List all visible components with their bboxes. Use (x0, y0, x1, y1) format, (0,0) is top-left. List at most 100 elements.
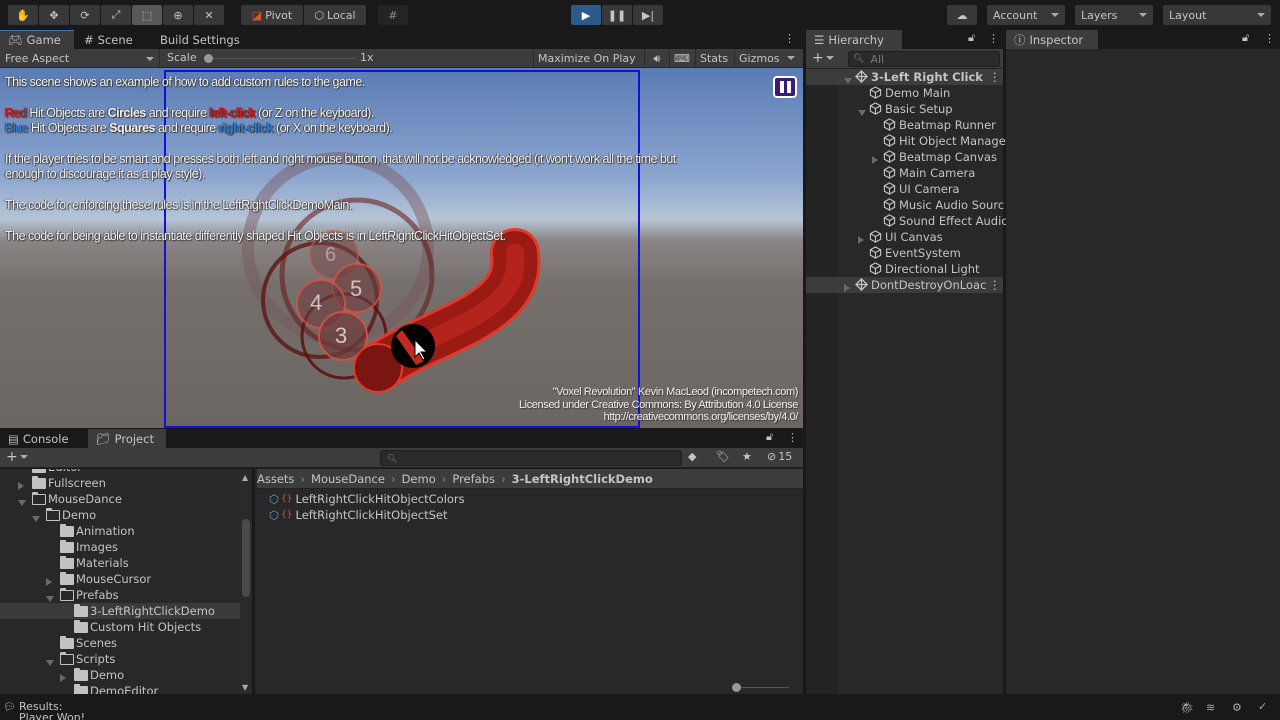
folder-tree-item[interactable]: Fullscreen (0, 475, 240, 491)
hierarchy-item[interactable]: Beatmap Runner (806, 117, 1003, 133)
layers-dropdown[interactable]: Layers (1075, 5, 1153, 25)
folder-tree-item[interactable]: Prefabs (0, 587, 240, 603)
hierarchy-item-label: Main Camera (899, 166, 976, 180)
scene-menu-icon[interactable]: ⋮ (989, 70, 1001, 84)
breadcrumb-item[interactable]: Prefabs (452, 472, 495, 486)
folder-tree-item[interactable]: Animation (0, 523, 240, 539)
panel-menu-icon[interactable]: ⋮ (787, 431, 798, 444)
breadcrumb-item[interactable]: 3-LeftRightClickDemo (512, 472, 653, 486)
hierarchy-item[interactable]: Main Camera (806, 165, 1003, 181)
scrollbar-thumb[interactable] (242, 519, 250, 597)
folder-tree-item[interactable]: Demo (0, 507, 240, 523)
hierarchy-item[interactable]: Beatmap Canvas (806, 149, 1003, 165)
asset-item[interactable]: ⬡{} LeftRightClickHitObjectSet (269, 507, 465, 523)
stats-toggle[interactable]: Stats (695, 49, 732, 68)
folder-tree-item[interactable]: MouseDance (0, 491, 240, 507)
folder-tree-item[interactable]: 3-LeftRightClickDemo (0, 603, 240, 619)
rect-tool-button[interactable]: ⬚ (132, 5, 162, 25)
panel-menu-icon[interactable]: ⋮ (784, 32, 795, 45)
tab-hierarchy[interactable]: ☰ Hierarchy (806, 30, 902, 49)
cache-server-icon[interactable]: ≋ (1206, 701, 1215, 714)
icon-size-slider[interactable] (735, 687, 789, 688)
local-button[interactable]: ⬡ Local (304, 5, 366, 25)
breadcrumb-item[interactable]: MouseDance (311, 472, 385, 486)
gizmos-dropdown[interactable] (787, 56, 795, 60)
step-button[interactable]: ▶| (633, 5, 663, 25)
play-button[interactable]: ▶ (571, 5, 601, 25)
hierarchy-scene-row[interactable]: DontDestroyOnLoac ⋮ (806, 277, 1003, 293)
icon-size-slider-handle[interactable] (732, 683, 741, 692)
tab-console[interactable]: ▤ Console (0, 429, 77, 448)
breadcrumb-item[interactable]: Demo (402, 472, 436, 486)
folder-tree-item[interactable]: DemoEditor (0, 683, 240, 694)
folder-tree-item[interactable]: Images (0, 539, 240, 555)
tab-scene[interactable]: # Scene (76, 30, 141, 49)
layout-dropdown[interactable]: Layout (1163, 5, 1271, 25)
asset-item[interactable]: ⬡{} LeftRightClickHitObjectColors (269, 491, 465, 507)
hierarchy-search-input[interactable]: 🔍︎ All (848, 51, 1000, 67)
hierarchy-item[interactable]: Directional Light (806, 261, 1003, 277)
tree-scrollbar[interactable]: ▲ ▼ (240, 469, 252, 694)
hierarchy-item[interactable]: UI Camera (806, 181, 1003, 197)
folder-tree-item[interactable]: Scripts (0, 651, 240, 667)
hierarchy-item[interactable]: EventSystem (806, 245, 1003, 261)
filter-by-type-button[interactable]: ◆ (688, 450, 696, 463)
favorites-button[interactable]: ★ (742, 450, 752, 463)
aspect-dropdown[interactable]: Free Aspect (0, 49, 160, 68)
panel-menu-icon[interactable]: ⋮ (988, 32, 999, 45)
pause-button[interactable]: ❚❚ (602, 5, 632, 25)
move-tool-button[interactable]: ✥ (39, 5, 69, 25)
hand-tool-button[interactable]: ✋ (8, 5, 38, 25)
project-search-input[interactable]: 🔍︎ (380, 450, 682, 466)
hierarchy-scene-row[interactable]: 3-Left Right Click ⋮ (806, 69, 1003, 85)
scroll-down-icon[interactable]: ▼ (242, 683, 248, 692)
tab-project[interactable]: 📁︎ Project (88, 429, 166, 448)
shortcuts-toggle[interactable]: ⌨ (669, 49, 694, 68)
hierarchy-item[interactable]: Sound Effect Audic (806, 213, 1008, 230)
hierarchy-item[interactable]: Demo Main (806, 85, 1003, 101)
lock-icon[interactable]: 🔓︎ (1242, 31, 1249, 45)
rotate-tool-button[interactable]: ⟳ (70, 5, 100, 25)
mute-audio-toggle[interactable]: 🔊︎ (644, 49, 669, 68)
folder-tree-item[interactable]: MouseCursor (0, 571, 240, 587)
lock-icon[interactable]: 🔓︎ (766, 430, 773, 444)
folder-tree-item[interactable]: Scenes (0, 635, 240, 651)
auto-generate-lighting-icon[interactable]: ⚙ (1232, 701, 1242, 714)
game-viewport[interactable]: 6 5 4 3 This scene shows an example of h… (0, 68, 803, 428)
tab-game[interactable]: 🎮︎ Game (0, 30, 74, 49)
custom-tool-button[interactable]: ✕ (194, 5, 224, 25)
hidden-packages-button[interactable]: ⊘ 15 (767, 450, 792, 463)
hierarchy-item[interactable]: UI Canvas (806, 229, 1003, 245)
create-asset-button[interactable]: + (6, 449, 28, 465)
snap-button[interactable]: # (378, 5, 408, 25)
filter-by-label-button[interactable]: 🏷︎ (716, 450, 730, 463)
gizmos-toggle[interactable]: Gizmos (734, 49, 784, 68)
pivot-button[interactable]: ◪ Pivot (241, 5, 303, 25)
expand-arrow-right-icon[interactable] (844, 281, 850, 295)
hierarchy-item[interactable]: Basic Setup (806, 101, 1003, 117)
transform-tool-button[interactable]: ⊕ (163, 5, 193, 25)
scale-tool-button[interactable]: ⤢ (101, 5, 131, 25)
game-pause-button[interactable] (773, 76, 797, 98)
lock-icon[interactable]: 🔓︎ (968, 31, 975, 45)
scale-slider-handle[interactable] (204, 54, 213, 63)
scroll-up-icon[interactable]: ▲ (242, 473, 248, 482)
hierarchy-item[interactable]: Hit Object Manage (806, 133, 1006, 149)
breadcrumb-item[interactable]: Assets (257, 472, 294, 486)
folder-tree-item[interactable]: Materials (0, 555, 240, 571)
tab-inspector[interactable]: ⓘ Inspector (1006, 30, 1098, 49)
tab-build-settings[interactable]: Build Settings (152, 30, 248, 49)
account-dropdown[interactable]: Account (987, 5, 1065, 25)
hierarchy-item[interactable]: Music Audio Sourc (806, 197, 1004, 213)
folder-tree-item[interactable]: Custom Hit Objects (0, 619, 240, 635)
check-icon[interactable]: ✓ (1258, 700, 1267, 713)
maximize-on-play-toggle[interactable]: Maximize On Play (533, 49, 640, 68)
folder-tree-item[interactable]: Demo (0, 667, 240, 683)
scale-slider[interactable] (205, 58, 355, 59)
gameobject-cube-icon (883, 214, 896, 230)
panel-menu-icon[interactable]: ⋮ (1264, 32, 1275, 45)
debug-mode-icon[interactable]: 🐞︎ (1180, 701, 1194, 714)
scene-menu-icon[interactable]: ⋮ (989, 278, 1001, 292)
create-button[interactable]: + (812, 50, 834, 66)
cloud-button[interactable]: ☁ (947, 5, 977, 25)
